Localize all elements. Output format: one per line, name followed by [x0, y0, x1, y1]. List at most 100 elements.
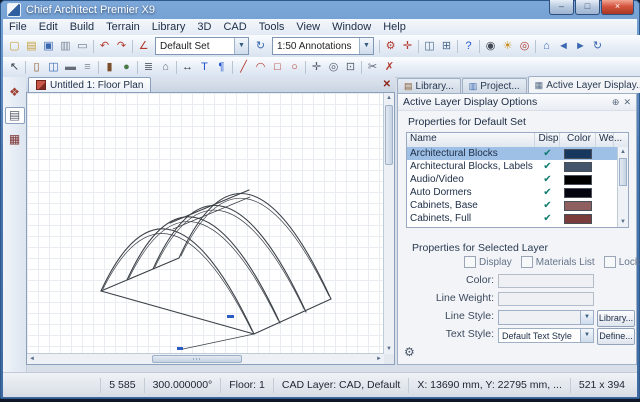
delete-icon[interactable]: ✗: [381, 59, 398, 75]
menu-item[interactable]: Tools: [253, 21, 291, 33]
menu-item[interactable]: Edit: [33, 21, 64, 33]
menu-item[interactable]: Build: [64, 21, 100, 33]
layer-table-header[interactable]: Name Disp Color We...: [407, 133, 628, 148]
table-row[interactable]: Architectural Blocks, Labels: [407, 160, 618, 173]
wrench-icon[interactable]: ⚙: [382, 38, 399, 54]
fill-window-icon[interactable]: ⊡: [342, 59, 359, 75]
dark-red-cube-icon[interactable]: ▦: [6, 131, 24, 147]
cad-box-icon[interactable]: □: [269, 59, 286, 75]
redo-icon[interactable]: ↷: [113, 38, 130, 54]
display-check-cell[interactable]: [535, 161, 560, 172]
perspective-view-icon[interactable]: ◎: [516, 38, 533, 54]
wall-icon[interactable]: ▬: [62, 59, 79, 75]
menu-item[interactable]: 3D: [191, 21, 217, 33]
cabinet-icon[interactable]: ▮: [101, 59, 118, 75]
tape-measure-icon[interactable]: ∠: [135, 38, 152, 54]
horizontal-scroll-thumb[interactable]: [152, 355, 242, 363]
menu-item[interactable]: Window: [326, 21, 377, 33]
layer-color-cell[interactable]: [560, 175, 596, 185]
chevron-down-icon[interactable]: ▼: [359, 38, 373, 54]
color-field[interactable]: [498, 274, 594, 288]
table-row[interactable]: Cabinets, Base: [407, 199, 618, 212]
close-view-icon[interactable]: ✕: [383, 79, 391, 90]
dimension-icon[interactable]: ↔: [179, 59, 196, 75]
fixture-icon[interactable]: ●: [118, 59, 135, 75]
select-objects-icon[interactable]: ↖: [6, 59, 23, 75]
forward-view-icon[interactable]: ►: [572, 38, 589, 54]
render-view-icon[interactable]: ☀: [499, 38, 516, 54]
cad-circle-icon[interactable]: ○: [286, 59, 303, 75]
text-style-combo[interactable]: Default Text Style ▼: [498, 328, 594, 343]
cad-arc-icon[interactable]: ◠: [252, 59, 269, 75]
break-icon[interactable]: ✂: [364, 59, 381, 75]
menu-item[interactable]: CAD: [217, 21, 252, 33]
customize-toolbar-icon[interactable]: ✛: [399, 38, 416, 54]
text-icon[interactable]: T: [196, 59, 213, 75]
zoom-icon[interactable]: ◎: [325, 59, 342, 75]
library-button[interactable]: Library...: [597, 310, 635, 327]
menu-item[interactable]: Terrain: [100, 21, 146, 33]
display-check-cell[interactable]: [535, 148, 560, 159]
close-button[interactable]: ×: [601, 0, 634, 15]
scroll-up-icon[interactable]: ▲: [384, 93, 394, 103]
help-icon[interactable]: ?: [460, 38, 477, 54]
pin-icon[interactable]: ⊕: [612, 97, 620, 108]
menu-item[interactable]: Library: [146, 21, 192, 33]
checkbox[interactable]: Materials List: [521, 256, 595, 268]
minimize-button[interactable]: –: [549, 0, 574, 15]
vertical-scroll-thumb[interactable]: [385, 105, 393, 165]
layer-set-combo[interactable]: Default Set ▼: [155, 37, 249, 55]
roof-icon[interactable]: ⌂: [157, 59, 174, 75]
open-plan-icon[interactable]: ▤: [23, 38, 40, 54]
display-check-cell[interactable]: [535, 213, 560, 224]
window-icon[interactable]: ◫: [45, 59, 62, 75]
settings-gear-icon[interactable]: ⚙: [404, 345, 415, 359]
plan-canvas[interactable]: [27, 93, 384, 354]
tab-project[interactable]: ▥ Project...: [462, 78, 527, 93]
chevron-down-icon[interactable]: ▼: [234, 38, 248, 54]
annotation-scale-combo[interactable]: 1:50 Annotations ▼: [272, 37, 374, 55]
display-check-cell[interactable]: [535, 200, 560, 211]
checkbox-box[interactable]: [604, 256, 616, 268]
menu-item[interactable]: Help: [377, 21, 412, 33]
table-scrollbar[interactable]: ▲ ▼: [617, 147, 628, 227]
line-weight-field[interactable]: [498, 292, 594, 306]
layer-color-cell[interactable]: [560, 214, 596, 224]
save-icon[interactable]: ▣: [40, 38, 57, 54]
scroll-down-icon[interactable]: ▼: [618, 217, 628, 227]
menu-item[interactable]: File: [3, 21, 33, 33]
railing-icon[interactable]: ≡: [79, 59, 96, 75]
checkbox-box[interactable]: [464, 256, 476, 268]
vertical-scrollbar[interactable]: ▲ ▼: [383, 93, 394, 354]
tab-floor-plan[interactable]: Untitled 1: Floor Plan: [28, 77, 151, 92]
define-button[interactable]: Define...: [597, 328, 635, 345]
table-row[interactable]: Auto Dormers: [407, 186, 618, 199]
refresh-display-icon[interactable]: ↻: [589, 38, 606, 54]
line-style-combo[interactable]: ▼: [498, 310, 594, 325]
table-scroll-thumb[interactable]: [619, 158, 627, 186]
home-icon[interactable]: ⌂: [538, 38, 555, 54]
tab-active-layer-display[interactable]: ▦ Active Layer Display...: [528, 76, 640, 93]
table-row[interactable]: Audio/Video: [407, 173, 618, 186]
print-icon[interactable]: ▭: [74, 38, 91, 54]
pan-icon[interactable]: ✛: [308, 59, 325, 75]
table-row[interactable]: Architectural Blocks: [407, 147, 618, 160]
checkbox-box[interactable]: [521, 256, 533, 268]
door-icon[interactable]: ▯: [28, 59, 45, 75]
horizontal-scrollbar[interactable]: ◄ ►: [27, 353, 384, 364]
table-row[interactable]: Cabinets, Full: [407, 212, 618, 225]
layer-set-refresh-icon[interactable]: ↻: [252, 38, 269, 54]
layer-color-cell[interactable]: [560, 149, 596, 159]
layer-color-cell[interactable]: [560, 201, 596, 211]
scroll-left-icon[interactable]: ◄: [27, 354, 37, 364]
rich-text-icon[interactable]: ¶: [213, 59, 230, 75]
chevron-down-icon[interactable]: ▼: [580, 329, 593, 342]
tile-windows-icon[interactable]: ⊞: [438, 38, 455, 54]
checkbox[interactable]: Display: [464, 256, 512, 268]
cad-line-icon[interactable]: ╱: [235, 59, 252, 75]
layer-color-cell[interactable]: [560, 188, 596, 198]
tab-library[interactable]: ▤ Library...: [397, 78, 461, 93]
stacked-boxes-icon[interactable]: ▤: [5, 107, 25, 124]
scroll-right-icon[interactable]: ►: [374, 354, 384, 364]
close-panel-icon[interactable]: ✕: [623, 97, 631, 108]
